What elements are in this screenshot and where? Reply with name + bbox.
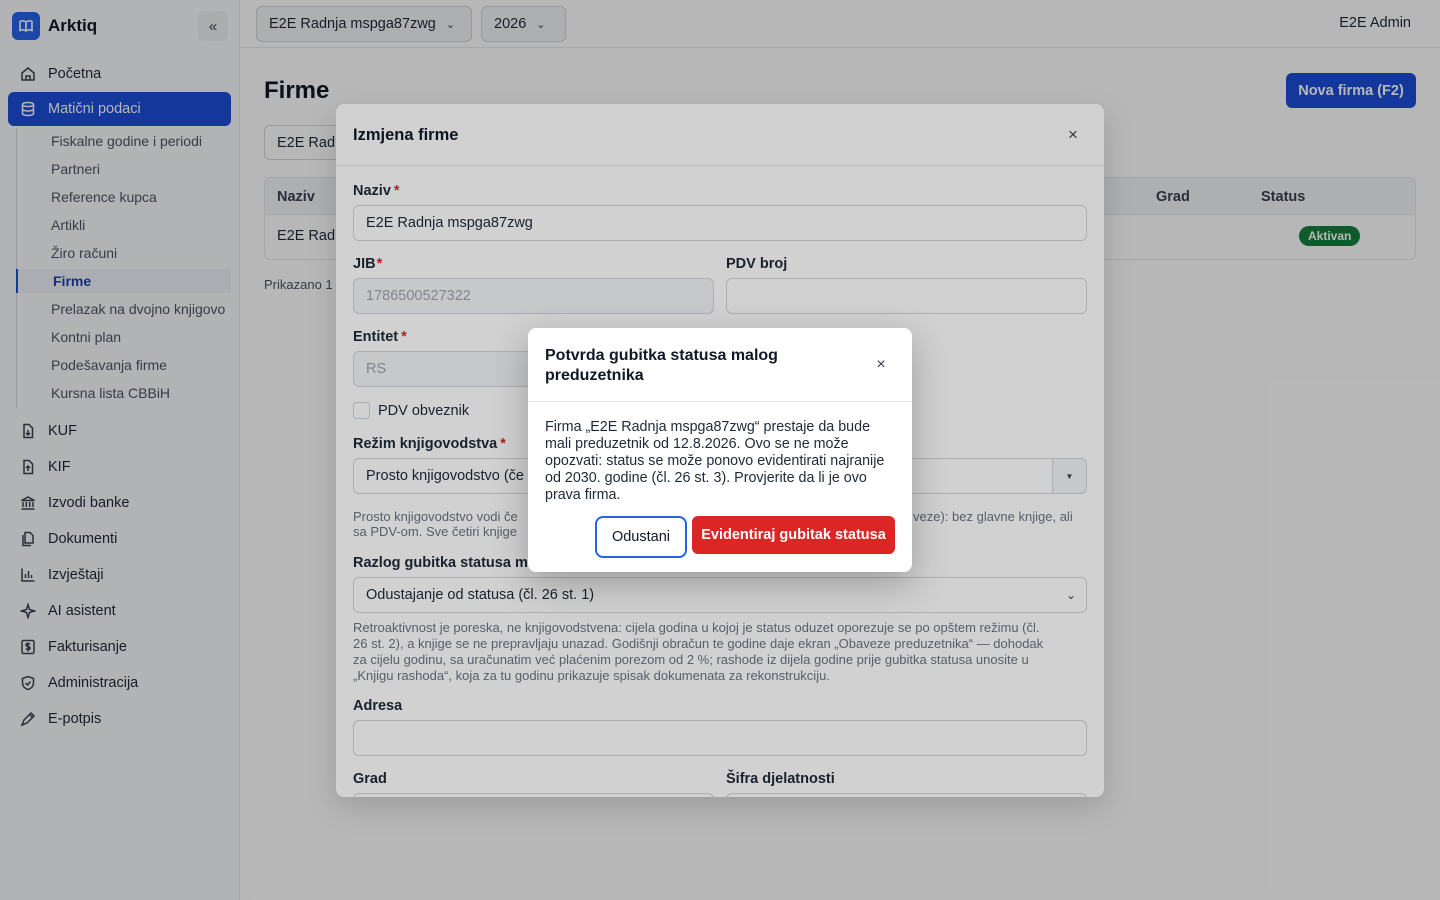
confirm-dialog: Potvrda gubitka statusa malog preduzetni… xyxy=(528,328,912,572)
confirm-title: Potvrda gubitka statusa malog preduzetni… xyxy=(545,347,778,384)
confirm-message: Firma „E2E Radnja mspga87zwg“ prestaje d… xyxy=(545,419,885,503)
confirm-header: Potvrda gubitka statusa malog preduzetni… xyxy=(528,328,912,402)
close-icon[interactable]: × xyxy=(871,355,891,375)
cancel-button[interactable]: Odustani xyxy=(595,516,687,558)
confirm-status-loss-button[interactable]: Evidentiraj gubitak statusa xyxy=(692,516,895,554)
